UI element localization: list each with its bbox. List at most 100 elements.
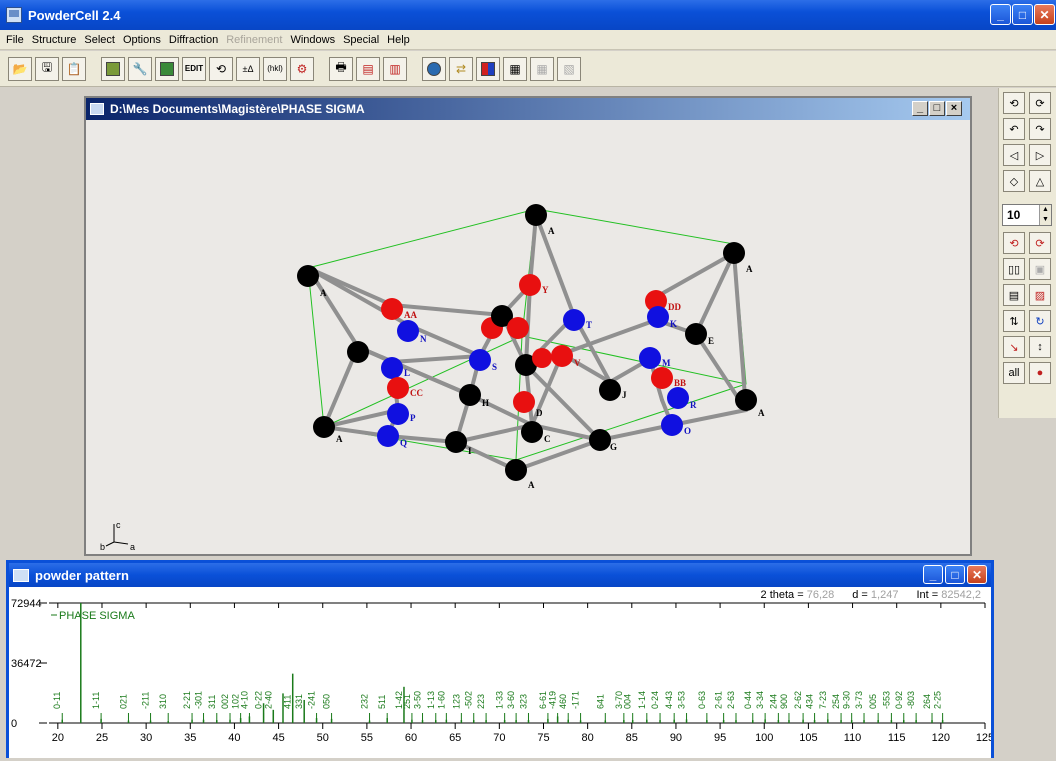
refresh-icon[interactable]: ↻	[1029, 310, 1051, 332]
crystal-structure-view[interactable]: A A A A A A AA N L CC P Q H I S Y T V D …	[86, 120, 970, 554]
peak-hkl-label: 002	[220, 694, 230, 709]
open-folder-icon[interactable]: 📂	[8, 56, 32, 81]
atom-Q[interactable]	[377, 425, 399, 447]
menu-file[interactable]: File	[6, 34, 24, 46]
menu-select[interactable]: Select	[84, 34, 115, 46]
box-icon[interactable]: ▨	[1029, 284, 1051, 306]
menu-structure[interactable]: Structure	[32, 34, 77, 46]
peak-hkl-label: 511	[377, 695, 387, 709]
rotate-z-left-icon[interactable]: ◁	[1003, 144, 1025, 166]
spinner-arrows-icon[interactable]: ▲ ▼	[1039, 205, 1051, 225]
print-icon[interactable]: 🖶	[329, 56, 353, 81]
rotation-step-spinner[interactable]: 10 ▲ ▼	[1002, 204, 1052, 226]
edit-icon[interactable]: EDIT	[182, 56, 206, 81]
distance-icon[interactable]: ↕	[1029, 336, 1051, 358]
structure-close-button[interactable]: ×	[946, 101, 962, 116]
atom-A[interactable]	[525, 204, 547, 226]
menu-diffraction[interactable]: Diffraction	[169, 34, 218, 46]
atom-K[interactable]	[647, 306, 669, 328]
atom-A[interactable]	[723, 242, 745, 264]
menu-special[interactable]: Special	[343, 34, 379, 46]
hkl-icon[interactable]: (hkl)	[263, 56, 287, 81]
atom-red[interactable]	[507, 317, 529, 339]
rotate-z-right-icon[interactable]: ▷	[1029, 144, 1051, 166]
peak-hkl-label: 232	[360, 694, 370, 709]
atom-N[interactable]	[397, 320, 419, 342]
tilt-icon[interactable]: ◇	[1003, 170, 1025, 192]
atom-O[interactable]	[661, 414, 683, 436]
menu-help[interactable]: Help	[387, 34, 410, 46]
shift-icon[interactable]: ±Δ	[236, 56, 260, 81]
atom-C[interactable]	[521, 421, 543, 443]
color-grid-icon[interactable]	[476, 56, 500, 81]
minimize-button[interactable]: _	[990, 4, 1011, 25]
powder-pattern-chart[interactable]: 72944 36472 0 20 25 30 35 40 45 50 55 60 65 70 75 80 85 9…	[9, 589, 991, 761]
atom-V[interactable]	[551, 345, 573, 367]
atom-A[interactable]	[297, 265, 319, 287]
maximize-button[interactable]: □	[1012, 4, 1033, 25]
powder-close-button[interactable]: ✕	[967, 565, 987, 584]
atom-E[interactable]	[685, 323, 707, 345]
atoms-icon[interactable]: ●	[1029, 362, 1051, 384]
save-view-icon[interactable]: ▤	[1003, 284, 1025, 306]
atom-red[interactable]	[532, 348, 552, 368]
structure-maximize-button[interactable]: □	[929, 101, 945, 116]
atom-A[interactable]	[313, 416, 335, 438]
rotate-y-left-icon[interactable]: ↶	[1003, 118, 1025, 140]
atom-I[interactable]	[445, 431, 467, 453]
powder-pattern-window: powder pattern _ □ ✕ 2 theta = 76,28 d =…	[6, 560, 994, 758]
duplicate-icon[interactable]: ▯▯	[1003, 258, 1025, 280]
atom-BB[interactable]	[651, 367, 673, 389]
select-all-button[interactable]: all	[1003, 362, 1025, 384]
rotate-icon[interactable]: ⟲	[209, 56, 233, 81]
view-icon[interactable]	[422, 56, 446, 81]
rotate-x-right-icon[interactable]: ⟳	[1029, 92, 1051, 114]
axes-icon[interactable]: ⇅	[1003, 310, 1025, 332]
atom-S[interactable]	[469, 349, 491, 371]
peak-hkl-label: 223	[476, 694, 486, 709]
perspective-icon[interactable]: △	[1029, 170, 1051, 192]
svg-text:Y: Y	[542, 285, 549, 295]
atom-F[interactable]	[347, 341, 369, 363]
powder-maximize-button[interactable]: □	[945, 565, 965, 584]
atom-AA[interactable]	[381, 298, 403, 320]
atom-Y[interactable]	[519, 274, 541, 296]
app-title-bar: PowderCell 2.4 _ □ ✕	[0, 0, 1056, 30]
close-button[interactable]: ✕	[1034, 4, 1055, 25]
structure-minimize-button[interactable]: _	[912, 101, 928, 116]
arrow-icon[interactable]: ⇄	[449, 56, 473, 81]
powder-minimize-button[interactable]: _	[923, 565, 943, 584]
rotate-180-icon[interactable]: ⟳	[1029, 232, 1051, 254]
peak-hkl-label: 331	[294, 694, 304, 709]
atom-L[interactable]	[381, 357, 403, 379]
atom-G[interactable]	[589, 429, 611, 451]
structure-icon[interactable]	[101, 56, 125, 81]
atom-A[interactable]	[735, 389, 757, 411]
atom-CC[interactable]	[387, 377, 409, 399]
atom-M[interactable]	[639, 347, 661, 369]
atom-P[interactable]	[387, 403, 409, 425]
rotate-y-right-icon[interactable]: ↷	[1029, 118, 1051, 140]
menu-windows[interactable]: Windows	[290, 34, 335, 46]
rotate-x-left-icon[interactable]: ⟲	[1003, 92, 1025, 114]
bond-icon[interactable]: ↘	[1003, 336, 1025, 358]
atom-H[interactable]	[459, 384, 481, 406]
export-icon[interactable]: ▤	[356, 56, 380, 81]
svg-text:O: O	[684, 426, 691, 436]
atom-R[interactable]	[667, 387, 689, 409]
atom-D[interactable]	[513, 391, 535, 413]
menu-options[interactable]: Options	[123, 34, 161, 46]
powder-window-icon	[13, 568, 29, 582]
rotate-90-icon[interactable]: ⟲	[1003, 232, 1025, 254]
transform-icon[interactable]: ⚙	[290, 56, 314, 81]
clipboard-icon[interactable]: 📋	[62, 56, 86, 81]
atom-J[interactable]	[599, 379, 621, 401]
atom-A[interactable]	[505, 459, 527, 481]
tools-icon[interactable]: 🔧	[128, 56, 152, 81]
export-pattern-icon[interactable]: ▥	[383, 56, 407, 81]
atom-T[interactable]	[563, 309, 585, 331]
edit-cell-icon[interactable]	[155, 56, 179, 81]
save-icon[interactable]: 🖫	[35, 56, 59, 81]
table-icon[interactable]: ▦	[503, 56, 527, 81]
peak-hkl-label: 3-73	[854, 691, 864, 709]
